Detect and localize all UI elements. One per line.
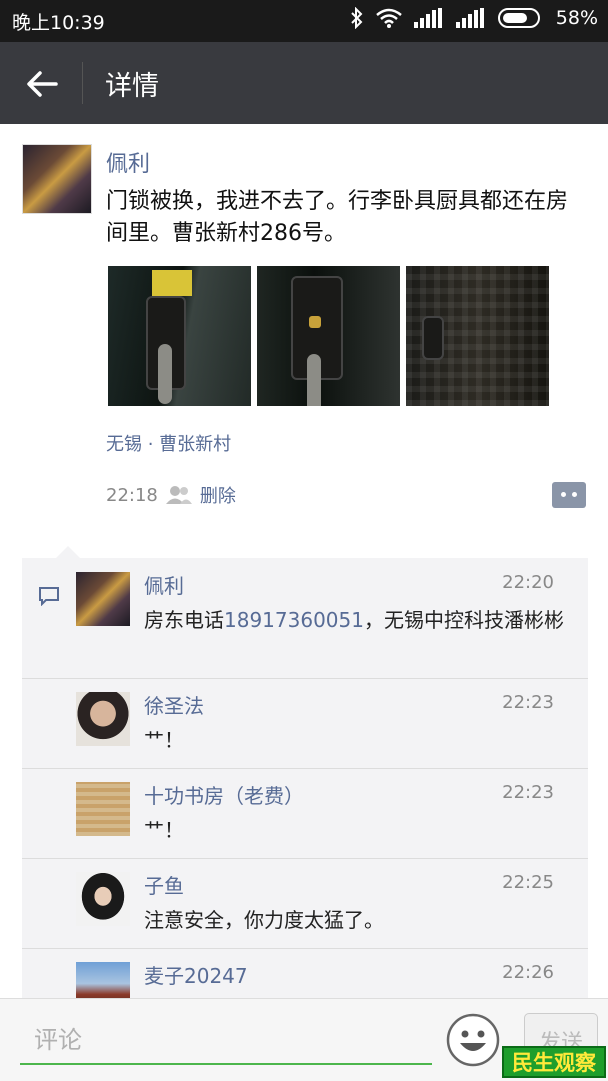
photo-door-lock-1[interactable] [108,266,251,406]
commenter-avatar[interactable] [76,692,130,746]
comment-time: 22:25 [502,872,554,893]
comment-row[interactable]: 徐圣法 22:23 艹！ [22,678,588,769]
comment-text-prefix: 房东电话 [144,608,224,632]
photo-sticker [152,270,192,296]
emoji-icon[interactable] [446,1013,500,1067]
comment-row[interactable]: 佩利 22:20 房东电话18917360051，无锡中控科技潘彬彬 [22,558,588,679]
wifi-icon [375,8,402,28]
comment-text: 艹！ [144,818,184,842]
post-text: 门锁被换，我进不去了。行李卧具厨具都还在房间里。曹张新村286号。 [106,189,569,246]
post-time: 22:18 [106,484,158,506]
comments-caret [56,546,80,558]
phone-link[interactable]: 18917360051 [224,608,364,632]
status-icons: 58% [350,7,598,29]
post-location[interactable]: 无锡 · 曹张新村 [106,430,231,456]
back-arrow-icon[interactable] [22,64,62,104]
comment-time: 22:23 [502,782,554,803]
comment-time: 22:20 [502,572,554,593]
commenter-name[interactable]: 佩利 [144,570,184,599]
comment-text: 房东电话18917360051，无锡中控科技潘彬彬 [144,604,574,636]
appbar-divider [82,62,83,104]
commenter-name[interactable]: 子鱼 [144,870,184,899]
watermark-stamp: 民生观察 [502,1046,606,1078]
commenter-name[interactable]: 十功书房（老费） [144,780,304,809]
battery-icon [497,8,540,28]
comment-time: 22:26 [502,962,554,983]
comment-input-wrapper [20,1017,432,1065]
commenter-avatar[interactable] [76,782,130,836]
visibility-people-icon [165,486,192,504]
signal-icon-2 [455,8,484,28]
comment-input[interactable] [20,1017,432,1063]
status-bar: 晚上10:39 58% [0,0,608,42]
comment-row[interactable]: 十功书房（老费） 22:23 艹！ [22,768,588,859]
status-time: 晚上10:39 [12,12,105,34]
comment-text: 艹！ [144,728,184,752]
author-avatar[interactable] [22,144,92,214]
post-meta: 22:18 删除 [106,482,236,508]
comment-row[interactable]: 子鱼 22:25 注意安全，你力度太猛了。 [22,858,588,949]
battery-percent: 58% [555,7,598,29]
photo-grid [108,266,549,406]
bluetooth-icon [351,7,363,29]
comment-text-suffix: ，无锡中控科技潘彬彬 [363,608,564,632]
signal-icon [413,8,442,28]
commenter-avatar[interactable] [76,872,130,926]
commenter-name[interactable]: 徐圣法 [144,690,204,719]
comment-time: 22:23 [502,692,554,713]
app-bar: 详情 [0,42,608,124]
comment-text: 注意安全，你力度太猛了。 [144,908,384,932]
photo-door-lock-3[interactable] [406,266,549,406]
commenter-name[interactable]: 麦子20247 [144,960,248,989]
page-title: 详情 [105,71,159,102]
photo-door-lock-2[interactable] [257,266,400,406]
comments-panel: 佩利 22:20 房东电话18917360051，无锡中控科技潘彬彬 徐圣法 2… [22,546,588,1018]
commenter-avatar[interactable] [76,572,130,626]
delete-link[interactable]: 删除 [200,482,236,508]
moment-post: 佩利 门锁被换，我进不去了。行李卧具厨具都还在房间里。曹张新村286号。 无锡 … [0,124,608,544]
post-author[interactable]: 佩利 [106,146,150,178]
keyhole [309,316,321,328]
comment-more-button[interactable] [552,482,586,508]
